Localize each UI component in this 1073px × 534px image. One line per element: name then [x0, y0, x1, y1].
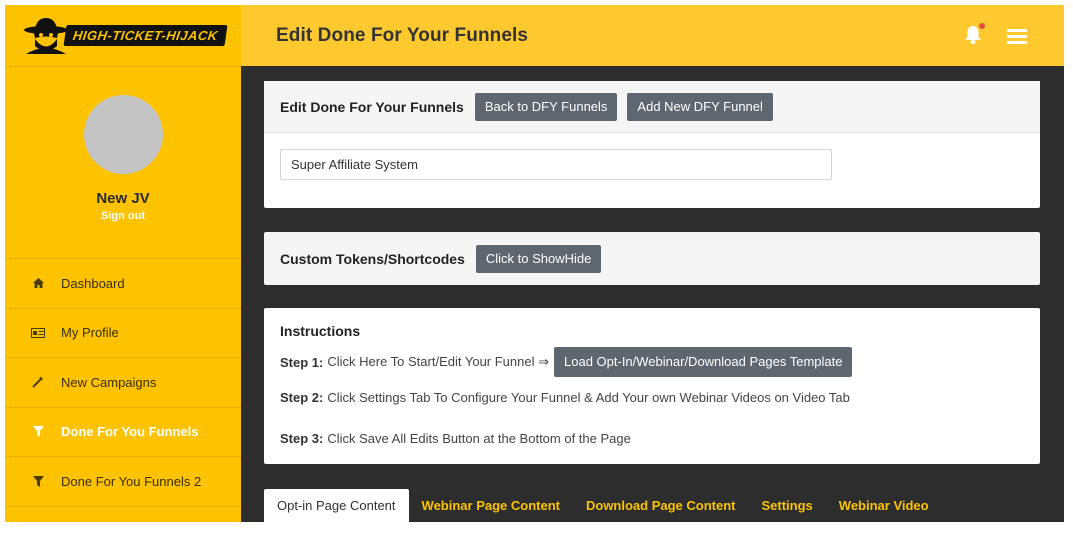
page-title: Edit Done For Your Funnels — [276, 24, 529, 46]
tab-download-page-content[interactable]: Download Page Content — [573, 489, 749, 522]
sidebar-item-label: New Campaigns — [61, 374, 157, 390]
edit-funnel-panel-body — [264, 133, 1040, 196]
funnel-name-input[interactable] — [280, 149, 832, 180]
profile-name: New JV — [96, 190, 150, 207]
edit-funnel-panel: Edit Done For Your Funnels Back to DFY F… — [264, 81, 1040, 208]
sign-out-link[interactable]: Sign out — [101, 210, 145, 222]
brand-logo[interactable]: HIGH-TICKET-HIJACK — [21, 16, 227, 56]
sidebar-item-label: Done For You Funnels — [61, 424, 199, 440]
content-tabs: Opt-in Page Content Webinar Page Content… — [264, 489, 942, 522]
step-text: Click Save All Edits Button at the Botto… — [327, 431, 631, 446]
avatar[interactable] — [83, 95, 163, 174]
notification-dot — [979, 23, 985, 29]
back-to-dfy-funnels-button[interactable]: Back to DFY Funnels — [474, 92, 618, 121]
panel-title: Edit Done For Your Funnels — [280, 98, 464, 115]
panel-title: Custom Tokens/Shortcodes — [280, 250, 465, 267]
tab-webinar-video[interactable]: Webinar Video — [826, 489, 942, 522]
sidebar: HIGH-TICKET-HIJACK New JV Sign out Dashb… — [5, 5, 241, 522]
sidebar-item-done-for-you-funnels[interactable]: Done For You Funnels — [5, 408, 241, 457]
main-content: Edit Done For Your Funnels Back to DFY F… — [241, 66, 1064, 522]
funnel-icon — [31, 475, 45, 487]
load-template-button[interactable]: Load Opt-In/Webinar/Download Pages Templ… — [554, 347, 853, 377]
sidebar-item-dashboard[interactable]: Dashboard — [5, 259, 241, 309]
custom-tokens-panel: Custom Tokens/Shortcodes Click to ShowHi… — [264, 232, 1040, 285]
instruction-step-2: Step 2: Click Settings Tab To Configure … — [280, 390, 1024, 405]
brand-logo-text: HIGH-TICKET-HIJACK — [63, 25, 227, 46]
step-label: Step 2: — [280, 390, 324, 405]
home-icon — [31, 278, 45, 289]
step-label: Step 1: — [280, 354, 324, 370]
tab-opt-in-page-content[interactable]: Opt-in Page Content — [264, 489, 409, 522]
hijacker-mascot-icon — [21, 16, 71, 56]
profile-section: New JV Sign out — [5, 67, 241, 259]
tab-webinar-page-content[interactable]: Webinar Page Content — [409, 489, 573, 522]
sidebar-item-new-campaigns[interactable]: New Campaigns — [5, 358, 241, 408]
hamburger-menu-icon[interactable] — [1007, 29, 1027, 47]
step-text: Click Here To Start/Edit Your Funnel ⇒ — [327, 354, 549, 369]
step-text: Click Settings Tab To Configure Your Fun… — [327, 390, 850, 405]
funnel-icon — [31, 426, 45, 438]
magic-wand-icon — [31, 376, 45, 388]
instruction-step-3: Step 3: Click Save All Edits Button at t… — [280, 431, 1024, 446]
show-hide-tokens-button[interactable]: Click to ShowHide — [475, 244, 602, 273]
id-card-icon — [31, 327, 45, 338]
instructions-panel: Instructions Step 1: Click Here To Start… — [264, 308, 1040, 464]
edit-funnel-panel-header: Edit Done For Your Funnels Back to DFY F… — [264, 81, 1040, 133]
panel-title: Instructions — [280, 323, 361, 339]
sidebar-item-label: Dashboard — [61, 275, 125, 291]
logo-bar: HIGH-TICKET-HIJACK — [5, 5, 241, 67]
top-header: Edit Done For Your Funnels — [241, 5, 1064, 66]
sidebar-item-my-profile[interactable]: My Profile — [5, 309, 241, 358]
tab-settings[interactable]: Settings — [748, 489, 825, 522]
notifications-button[interactable] — [964, 23, 985, 50]
add-new-dfy-funnel-button[interactable]: Add New DFY Funnel — [627, 92, 773, 121]
sidebar-item-label: Done For You Funnels 2 — [61, 473, 202, 489]
sidebar-item-done-for-you-funnels-2[interactable]: Done For You Funnels 2 — [5, 457, 241, 507]
instruction-step-1: Step 1: Click Here To Start/Edit Your Fu… — [280, 347, 1024, 377]
step-label: Step 3: — [280, 431, 324, 446]
sidebar-item-label: My Profile — [61, 325, 119, 341]
